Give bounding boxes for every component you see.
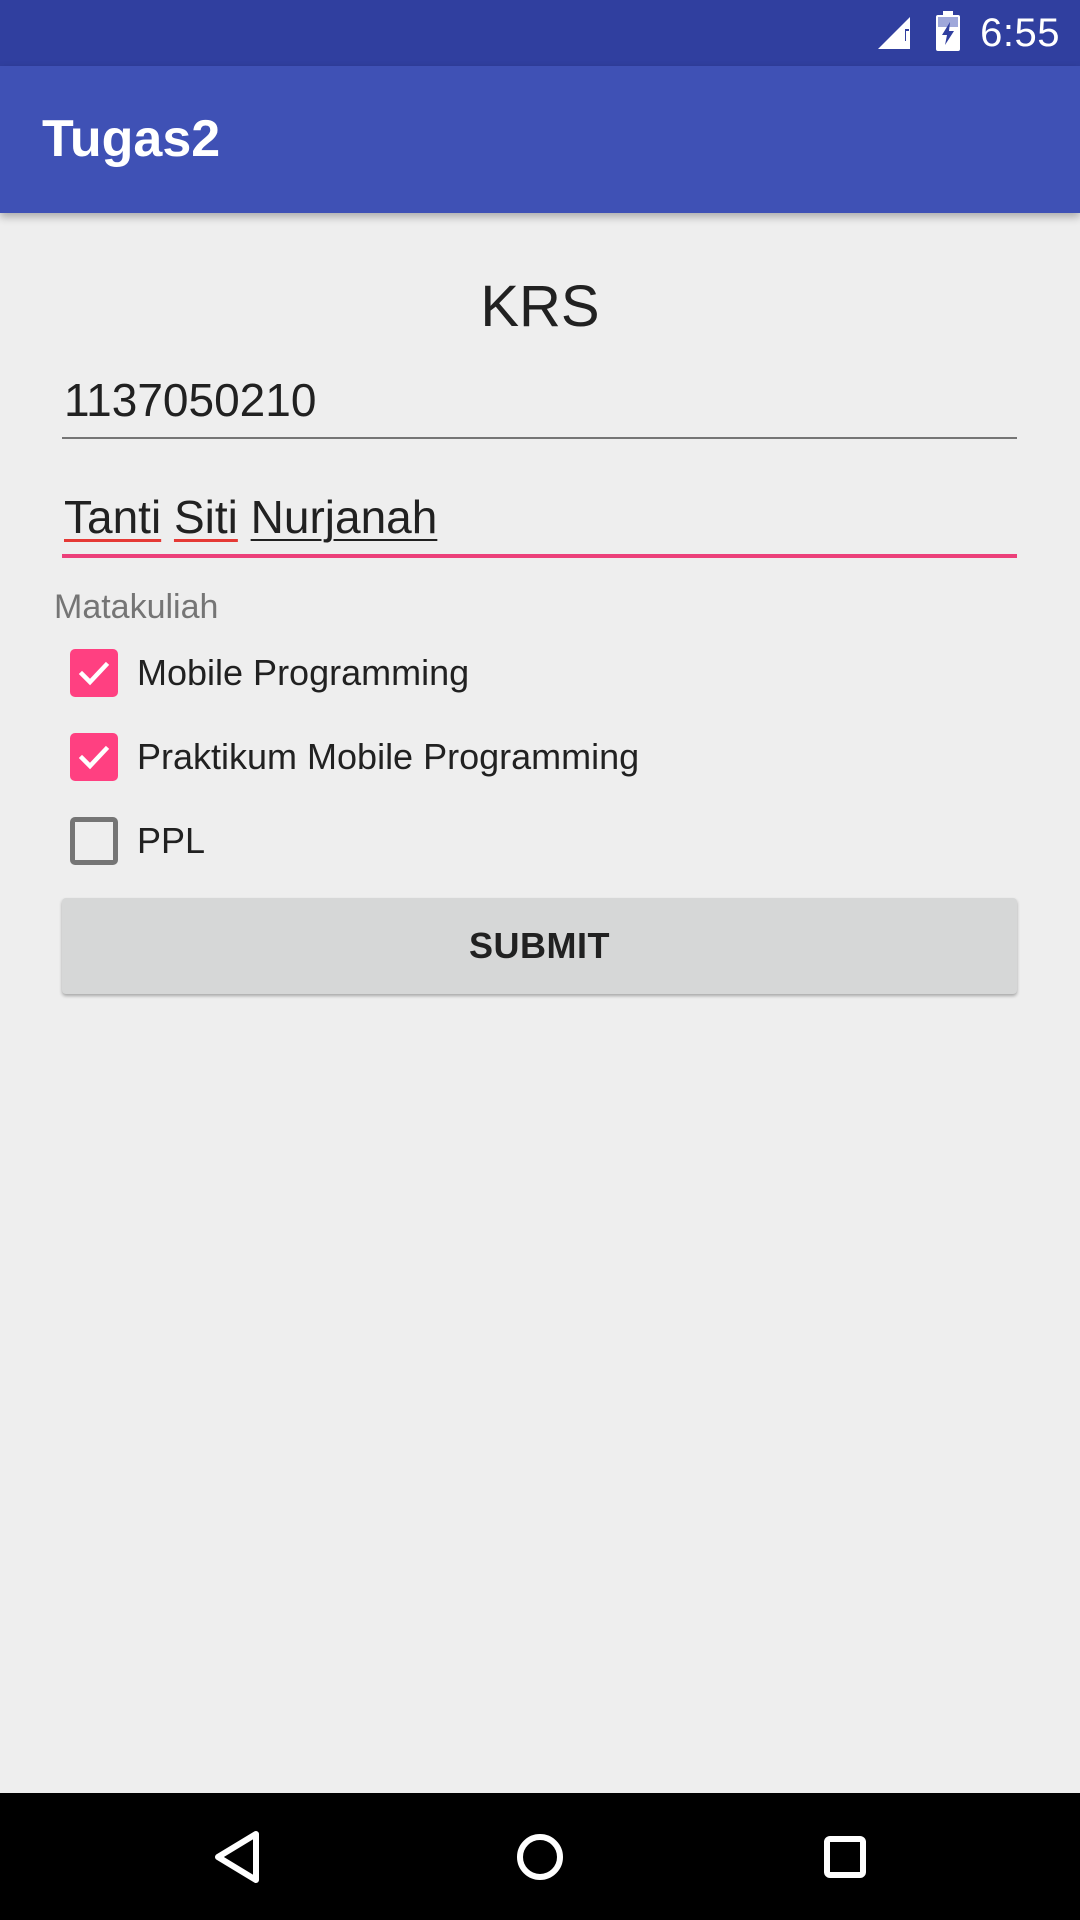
course-label: Praktikum Mobile Programming [137,736,640,777]
signal-icon [876,11,916,56]
navigation-bar [0,1793,1080,1920]
course-item-ppl[interactable]: PPL [70,816,205,866]
name-word-middle: Siti [173,491,238,543]
recents-icon[interactable] [780,1793,910,1920]
checkbox-checked-icon[interactable] [70,733,118,781]
status-bar: 6:55 [0,0,1080,66]
course-label: Mobile Programming [137,652,470,693]
krs-form: KRS 1137050210 Tanti Siti Nurjanah Matak… [0,213,1080,1793]
course-item-mobile-programming[interactable]: Mobile Programming [70,648,469,698]
course-label: PPL [137,820,206,861]
checkbox-checked-icon[interactable] [70,649,118,697]
name-input[interactable]: Tanti Siti Nurjanah [62,490,1017,554]
back-icon[interactable] [172,1793,302,1920]
battery-charging-icon [934,10,962,57]
home-icon[interactable] [475,1793,605,1920]
status-icons: 6:55 [876,0,1060,66]
app-title: Tugas2 [42,110,221,168]
name-underline-focused [62,554,1017,558]
section-label-matakuliah: Matakuliah [54,588,219,626]
nim-input[interactable]: 1137050210 [62,373,1017,437]
nim-underline [62,437,1017,439]
name-word-last: Nurjanah [250,491,438,543]
status-time: 6:55 [980,10,1060,55]
course-item-praktikum-mobile-programming[interactable]: Praktikum Mobile Programming [70,732,639,782]
submit-button[interactable]: SUBMIT [62,898,1017,994]
name-word-first: Tanti [64,491,162,543]
checkbox-unchecked-icon[interactable] [70,817,118,865]
page-title: KRS [480,274,600,339]
app-bar: Tugas2 [0,66,1080,213]
nim-field[interactable]: 1137050210 [62,373,1017,439]
name-field[interactable]: Tanti Siti Nurjanah [62,490,1017,558]
